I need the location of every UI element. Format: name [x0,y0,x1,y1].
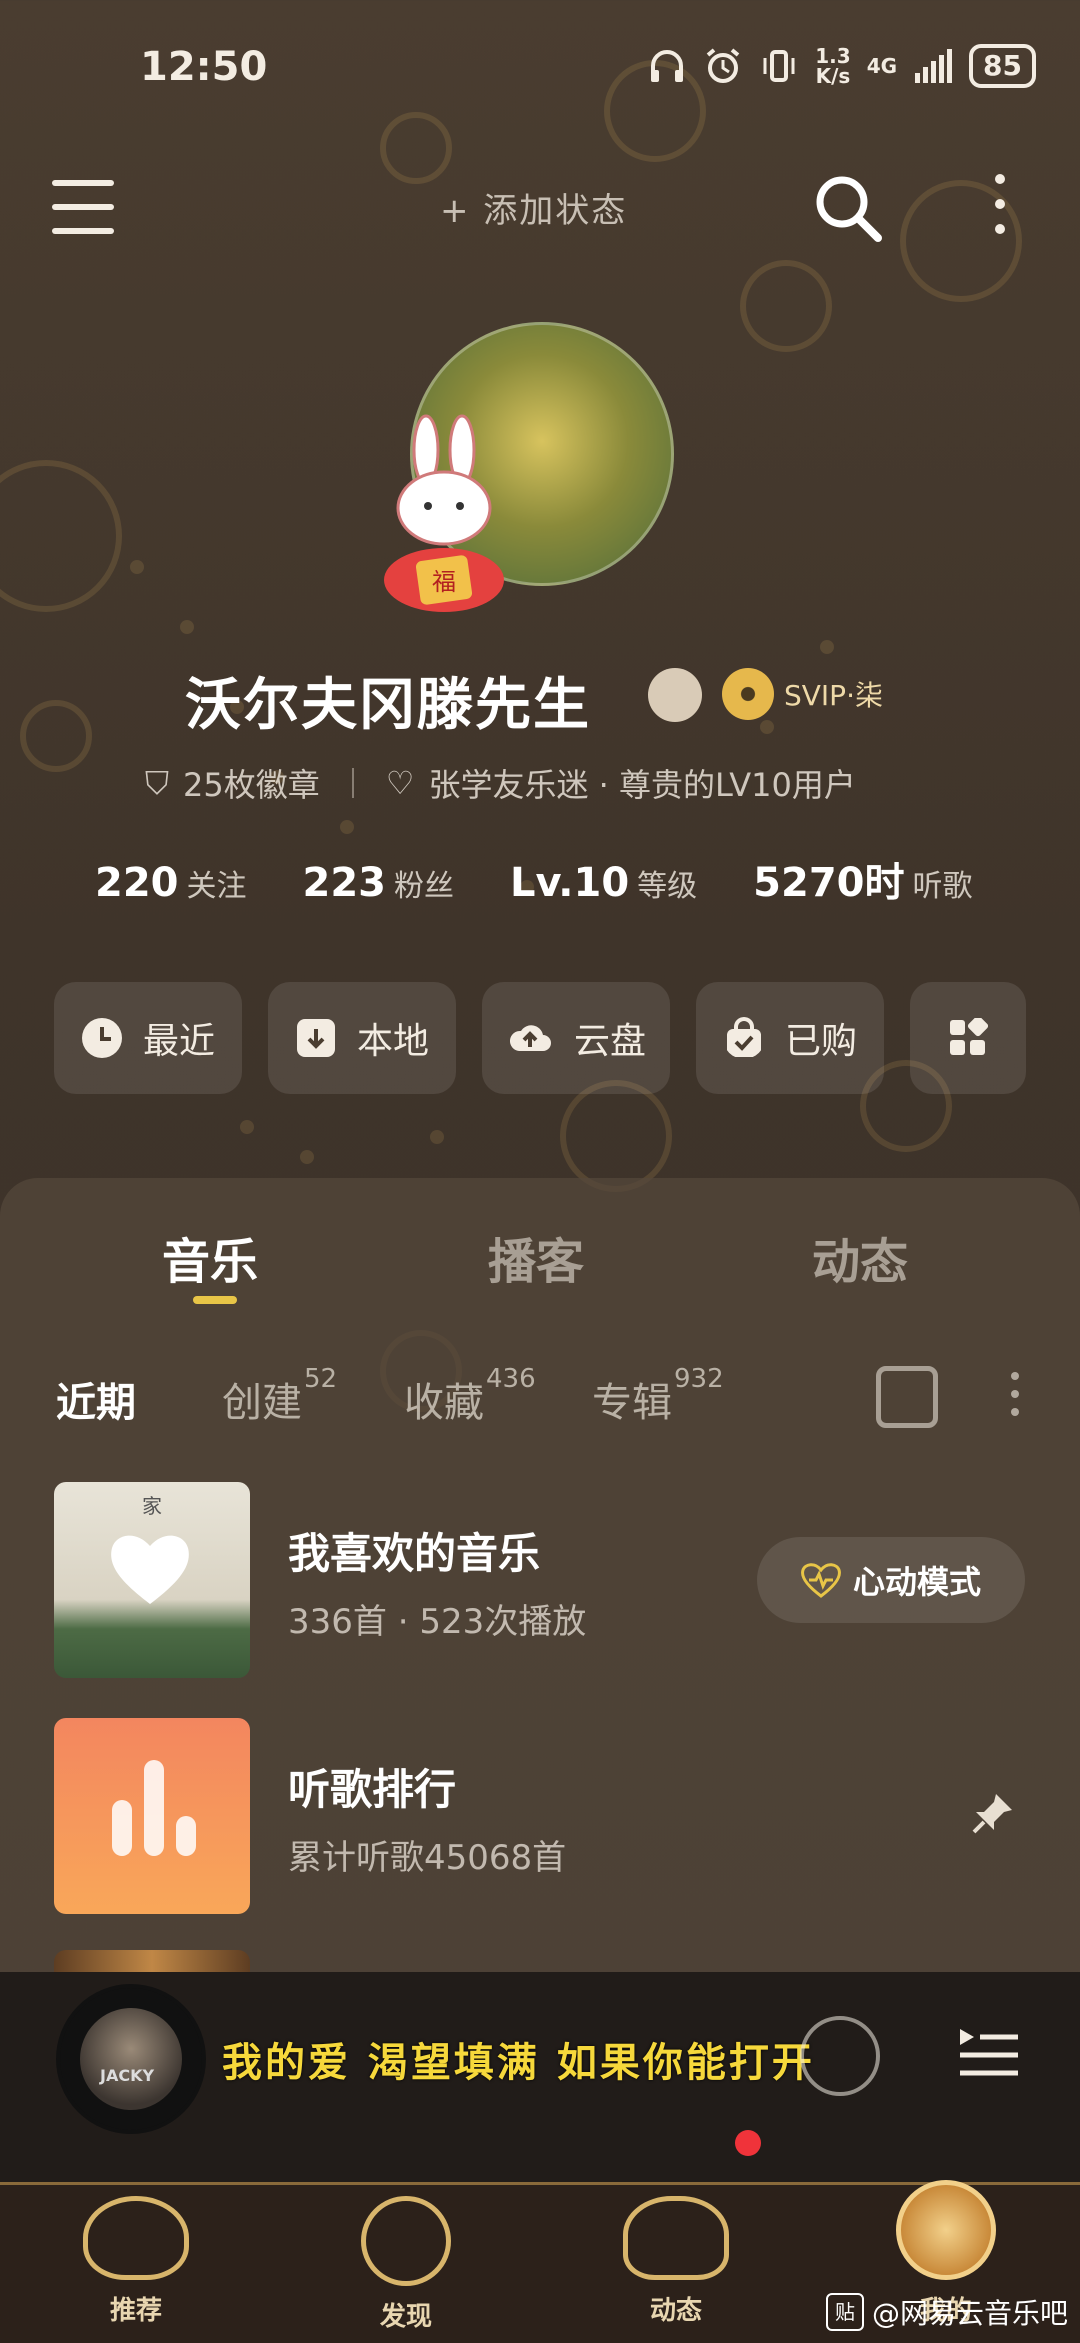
battery-indicator: 85 [969,44,1036,88]
nav-moments[interactable]: 动态 [606,2196,746,2327]
cover-title-text: 家 [142,1494,162,1518]
quick-local-label: 本地 [356,1021,429,1062]
playlist-icon[interactable] [958,2025,1020,2081]
fan-tag[interactable]: 张学友乐迷 · 尊贵的LV10用户 [428,760,855,806]
badge-icon: ⛉ [145,763,170,802]
stat-following[interactable]: 220 关注 [95,860,247,906]
status-time: 12:50 [140,44,268,90]
heart-icon [111,1535,189,1604]
active-tab-indicator [193,1296,237,1304]
subtab-recent[interactable]: 近期 [56,1370,136,1428]
tab-music[interactable]: 音乐 [162,1222,258,1292]
watermark-badge: 贴 [826,2293,864,2331]
download-box-icon [296,1019,335,1057]
nav-recommend[interactable]: 推荐 [66,2196,206,2327]
playlist-title[interactable]: 我喜欢的音乐 [288,1520,540,1581]
username: 沃尔夫冈滕先生 [185,673,591,738]
subtab-created[interactable]: 创建52 [222,1364,337,1428]
cover-artist-text: JACKY [100,2066,155,2085]
alarm-icon [706,48,740,83]
nav-recommend-label: 推荐 [109,2296,162,2326]
vibrate-icon [763,50,795,82]
watermark-text: @网易云音乐吧 [872,2297,1069,2330]
heartbeat-mode-button[interactable]: 心动模式 [757,1537,1025,1623]
quick-more-button[interactable] [910,982,1026,1094]
network-speed: 1.3 K/s [815,44,851,88]
quick-purchased-label: 已购 [784,1021,857,1062]
add-status-button[interactable]: + 添加状态 [440,183,627,232]
nav-moments-label: 动态 [649,2296,702,2326]
subtab-albums[interactable]: 专辑932 [592,1364,724,1428]
more-options-icon[interactable] [995,174,1009,249]
stat-followers[interactable]: 223 粉丝 [303,860,455,906]
heartbeat-icon [801,1563,841,1598]
now-playing-cover: JACKY [80,2008,182,2110]
subtab-more-icon[interactable] [1011,1372,1019,1426]
stat-level[interactable]: Lv.10 等级 [510,860,697,906]
vinyl-record-icon[interactable] [648,668,702,722]
profile-subinfo: ⛉ 25枚徽章 ♡ 张学友乐迷 · 尊贵的LV10用户 [145,760,856,806]
quick-recent-button[interactable]: 最近 [54,982,242,1094]
quick-recent-label: 最近 [142,1021,215,1062]
menu-icon[interactable] [52,180,114,234]
quick-purchased-button[interactable]: 已购 [696,982,884,1094]
shopping-bag-icon [726,1017,761,1057]
search-icon[interactable] [812,172,884,244]
grid-apps-icon [950,1018,988,1055]
locate-playing-icon[interactable] [876,1366,938,1428]
signal-icon [915,49,953,83]
ingot-icon [83,2196,189,2280]
cloud-icon [623,2196,729,2280]
playlist-subtitle: 336首 · 523次播放 [288,1602,587,1642]
status-icons: 1.3 K/s 4G 85 [647,44,1036,88]
divider [351,768,354,798]
headphones-icon [651,50,684,82]
vip-disc-icon [722,668,774,720]
badge-count[interactable]: 25枚徽章 [183,760,320,806]
nav-discover-label: 发现 [379,2302,432,2332]
svg-text:福: 福 [432,568,456,596]
svip-badge[interactable]: SVIP·柒 [722,666,883,722]
cloud-upload-icon [509,1025,551,1051]
svip-label: SVIP·柒 [784,679,883,712]
compass-star-icon [361,2196,451,2286]
profile-stats: 220 关注 223 粉丝 Lv.10 等级 5270时 听歌 [95,850,973,908]
bunny-fortune-sticker: 福 [384,414,504,612]
pin-icon[interactable] [970,1790,1016,1836]
watermark: 贴 @网易云音乐吧 [826,2292,1068,2332]
stat-listen-hours[interactable]: 5270时 听歌 [753,850,972,908]
clock-icon [81,1018,122,1058]
playlist-title[interactable]: 听歌排行 [288,1756,456,1817]
bar-chart-icon [112,1760,196,1856]
coin-flower-icon [896,2180,996,2280]
quick-cloud-label: 云盘 [573,1021,646,1062]
tab-podcast[interactable]: 播客 [488,1222,584,1292]
current-lyric: 我的爱 渴望填满 如果你能打开 [222,2040,815,2086]
quick-cloud-button[interactable]: 云盘 [482,982,670,1094]
nav-discover[interactable]: 发现 [336,2196,476,2333]
quick-local-button[interactable]: 本地 [268,982,456,1094]
playlist-subtitle: 累计听歌45068首 [288,1838,567,1878]
heartbeat-mode-label: 心动模式 [852,1563,981,1601]
tab-moments[interactable]: 动态 [812,1222,908,1292]
network-type: 4G [866,54,898,78]
play-pause-button[interactable] [800,2016,880,2096]
subtab-collected[interactable]: 收藏436 [404,1364,536,1428]
notification-dot [735,2130,761,2156]
heart-tag-icon: ♡ [385,764,415,802]
